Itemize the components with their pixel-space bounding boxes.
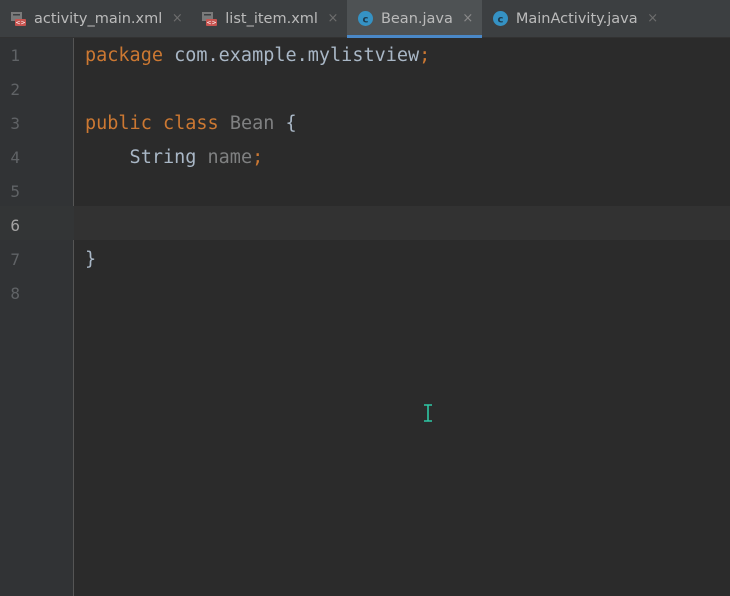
code-line[interactable]: 4 String name;	[0, 141, 730, 175]
code-token: ;	[252, 147, 264, 168]
close-icon[interactable]: ×	[171, 11, 183, 26]
code-token: com.example.mylistview	[162, 45, 420, 66]
tab-label: activity_main.xml	[34, 10, 163, 27]
tab-bean-java[interactable]: c Bean.java ×	[346, 0, 482, 38]
close-icon[interactable]: ×	[647, 11, 659, 26]
java-class-icon: c	[357, 10, 374, 27]
line-number: 1	[10, 46, 20, 65]
ide-window: <> activity_main.xml × <> list_item.xml …	[0, 0, 730, 596]
tab-label: MainActivity.java	[515, 10, 638, 27]
tab-activity-main-xml[interactable]: <> activity_main.xml ×	[0, 0, 191, 37]
code-text: }	[85, 243, 96, 277]
line-number: 4	[10, 148, 20, 167]
svg-text:<>: <>	[15, 20, 25, 27]
code-token: public	[85, 113, 152, 134]
tab-label: list_item.xml	[225, 10, 318, 27]
code-token: Bean	[229, 113, 275, 134]
line-number: 3	[10, 114, 20, 133]
editor-tab-bar: <> activity_main.xml × <> list_item.xml …	[0, 0, 730, 38]
code-line[interactable]: 8	[0, 277, 730, 311]
svg-text:c: c	[362, 14, 368, 25]
text-cursor-icon	[424, 404, 432, 422]
code-text: String name;	[85, 141, 264, 175]
line-number: 2	[10, 80, 20, 99]
code-token: name	[207, 147, 253, 168]
line-number: 8	[10, 284, 20, 303]
close-icon[interactable]: ×	[327, 11, 339, 26]
line-number: 7	[10, 250, 20, 269]
code-text: package com.example.mylistview;	[85, 39, 430, 73]
code-line[interactable]: 3 public class Bean {	[0, 107, 730, 141]
xml-layout-icon: <>	[201, 10, 218, 27]
code-line[interactable]: 5	[0, 175, 730, 209]
code-token: ;	[419, 45, 431, 66]
code-token: {	[274, 113, 297, 134]
code-line[interactable]: 6	[0, 209, 730, 243]
code-editor[interactable]: 1 package com.example.mylistview; 2 3 public…	[0, 38, 730, 596]
tab-label: Bean.java	[380, 10, 453, 27]
svg-text:<>: <>	[207, 20, 217, 27]
code-token: }	[85, 249, 97, 270]
tab-mainactivity-java[interactable]: c MainActivity.java ×	[482, 0, 667, 37]
java-class-icon: c	[492, 10, 509, 27]
code-line[interactable]: 7}	[0, 243, 730, 277]
xml-layout-icon: <>	[10, 10, 27, 27]
line-number: 5	[10, 182, 20, 201]
close-icon[interactable]: ×	[462, 11, 474, 26]
tab-list-item-xml[interactable]: <> list_item.xml ×	[191, 0, 347, 37]
code-line[interactable]: 2	[0, 73, 730, 107]
code-token: String	[85, 147, 208, 168]
code-token: package	[85, 45, 163, 66]
code-token: class	[162, 113, 219, 134]
code-text: public class Bean {	[85, 107, 297, 141]
line-number: 6	[10, 216, 20, 235]
code-line[interactable]: 1 package com.example.mylistview;	[0, 39, 730, 73]
svg-text:c: c	[497, 14, 503, 25]
